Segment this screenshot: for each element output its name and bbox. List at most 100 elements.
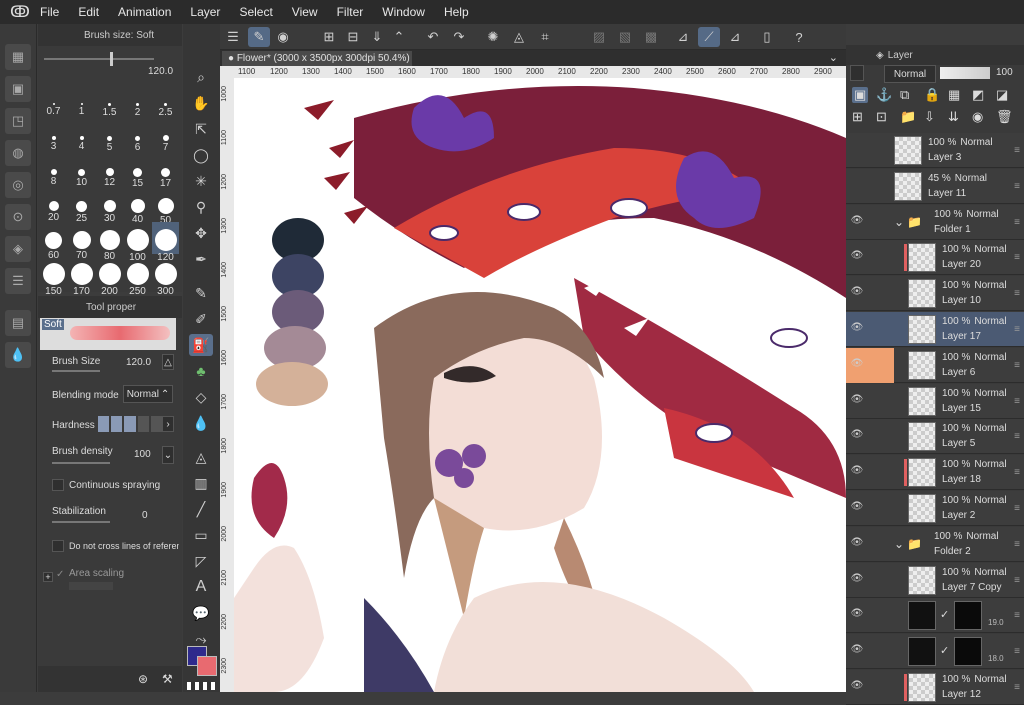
snap-special-ruler-icon[interactable]: ⟋	[698, 27, 720, 47]
brush-tool-icon[interactable]: ✐	[189, 308, 213, 330]
size-preset-150[interactable]: 150	[40, 256, 67, 297]
layer-menu-icon[interactable]: ≡	[1014, 575, 1020, 586]
decoration-tool-icon[interactable]: ♣	[189, 360, 213, 382]
layer-row[interactable]: 👁 ✓ 18.0 ≡	[846, 634, 1024, 670]
folder-icon[interactable]: ⌄ 📁	[894, 215, 922, 229]
layer-menu-icon[interactable]: ≡	[1014, 181, 1020, 192]
visibility-eye-icon[interactable]: 👁	[850, 501, 864, 515]
layer-row[interactable]: 👁 100 % Normal Layer 7 Copy ≡	[846, 562, 1024, 598]
layer-mask-icon[interactable]: ◉	[972, 109, 983, 125]
menu-view[interactable]: View	[292, 5, 318, 19]
layer-row[interactable]: 45 % Normal Layer 11 ≡	[846, 168, 1024, 204]
tool-property-icon[interactable]: 💧	[5, 342, 31, 368]
layer-row[interactable]: 👁 100 % Normal Layer 12 ≡	[846, 670, 1024, 705]
pen-tool-icon[interactable]: ✒	[189, 248, 213, 270]
layer-row[interactable]: 👁 100 % Normal Layer 2 ≡	[846, 491, 1024, 526]
size-preset-2[interactable]: 2	[124, 86, 151, 118]
visibility-eye-icon[interactable]: 👁	[850, 286, 864, 300]
mask-icon[interactable]: ◩	[972, 87, 984, 103]
layer-row[interactable]: 👁 100 % Normal Layer 6 ≡	[846, 347, 1024, 383]
visibility-eye-icon[interactable]: 👁	[850, 358, 864, 372]
frame-tool-icon[interactable]: ▭	[189, 524, 213, 546]
hand-tool-icon[interactable]: ✋	[189, 92, 213, 114]
size-preset-10[interactable]: 10	[68, 154, 95, 188]
visibility-eye-icon[interactable]: 👁	[850, 608, 864, 622]
menu-help[interactable]: Help	[444, 5, 469, 19]
size-preset-170[interactable]: 170	[68, 256, 95, 297]
size-preset-2.5[interactable]: 2.5	[152, 86, 179, 118]
layer-search-icon[interactable]: ☰	[5, 268, 31, 294]
magic-wand-icon[interactable]: ✳	[189, 170, 213, 192]
size-preset-8[interactable]: 8	[40, 154, 67, 187]
layer-menu-icon[interactable]: ≡	[1014, 288, 1020, 299]
layer-menu-icon[interactable]: ≡	[1014, 467, 1020, 478]
ruler-link-icon[interactable]: ◪	[996, 87, 1008, 103]
size-preset-80[interactable]: 80	[96, 222, 123, 262]
brush-preview[interactable]: Soft	[40, 318, 176, 350]
visibility-eye-icon[interactable]: 👁	[850, 537, 864, 551]
size-preset-40[interactable]: 40	[124, 188, 151, 225]
history-icon[interactable]: ⊙	[5, 204, 31, 230]
size-preset-15[interactable]: 15	[124, 154, 151, 189]
invert-selection-icon[interactable]: ▩	[640, 27, 662, 47]
size-preset-60[interactable]: 60	[40, 222, 67, 261]
area-scaling-expand[interactable]: +	[43, 572, 53, 582]
visibility-eye-icon[interactable]	[850, 179, 864, 193]
gradient-tool-icon[interactable]: ▥	[189, 472, 213, 494]
size-preset-120[interactable]: 120	[152, 222, 179, 263]
eraser-tool-icon[interactable]: ◇	[189, 386, 213, 408]
layer-menu-icon[interactable]: ≡	[1014, 503, 1020, 514]
fill-layer-icon[interactable]: ◬	[508, 27, 530, 47]
stabilization-slider[interactable]	[52, 521, 110, 523]
loading-icon[interactable]: ✺	[482, 27, 504, 47]
crop-icon[interactable]: ⌗	[534, 27, 556, 47]
brush-density-slider[interactable]	[52, 462, 110, 464]
snap-grid-icon[interactable]: ⊿	[724, 27, 746, 47]
menu-filter[interactable]: Filter	[337, 5, 364, 19]
layer-menu-icon[interactable]: ≡	[1014, 431, 1020, 442]
sub-color-swatch[interactable]	[197, 656, 217, 676]
color-set-icon[interactable]: ◎	[5, 172, 31, 198]
visibility-eye-icon[interactable]: 👁	[850, 394, 864, 408]
layer-row[interactable]: 👁 100 % Normal Layer 15 ≡	[846, 383, 1024, 419]
pencil-tool-icon[interactable]: ✎	[189, 282, 213, 304]
layer-menu-icon[interactable]: ≡	[1014, 682, 1020, 693]
layer-row[interactable]: 👁 ⌄ 📁 100 % Normal Folder 2 ≡	[846, 526, 1024, 562]
size-preset-1[interactable]: 1	[68, 86, 95, 118]
brush-size-value[interactable]: 120.0	[126, 357, 151, 368]
mask-enabled-check-icon[interactable]: ✓	[940, 608, 949, 621]
layer-menu-icon[interactable]: ≡	[1014, 396, 1020, 407]
size-preset-1.5[interactable]: 1.5	[96, 86, 123, 118]
size-preset-4[interactable]: 4	[68, 120, 95, 152]
size-slider[interactable]	[44, 52, 154, 66]
save-icon[interactable]: ⇓	[366, 27, 388, 47]
sub-tool-icon[interactable]: ▤	[5, 310, 31, 336]
layer-row[interactable]: 👁 100 % Normal Layer 20 ≡	[846, 240, 1024, 276]
layer-menu-icon[interactable]: ≡	[1014, 360, 1020, 371]
menu-window[interactable]: Window	[382, 5, 425, 19]
size-preset-100[interactable]: 100	[124, 222, 151, 263]
size-preset-20[interactable]: 20	[40, 188, 67, 223]
visibility-eye-icon[interactable]: 👁	[850, 215, 864, 229]
visibility-eye-icon[interactable]: 👁	[850, 322, 864, 336]
size-preset-7[interactable]: 7	[152, 120, 179, 153]
material-icon[interactable]: ◈	[5, 236, 31, 262]
save-arrow-icon[interactable]: ⌃	[388, 27, 410, 47]
transfer-icon[interactable]: ⇩	[924, 109, 935, 125]
layer-property-icon[interactable]: ◳	[5, 108, 31, 134]
layer-menu-icon[interactable]: ≡	[1014, 539, 1020, 550]
ruler-tool-icon[interactable]: ◸	[189, 550, 213, 572]
new-folder-icon[interactable]: 📁	[900, 109, 916, 125]
brush-density-value[interactable]: 100	[134, 449, 151, 460]
layer-row[interactable]: 👁 ✓ 19.0 ≡	[846, 598, 1024, 634]
layer-row[interactable]: 👁 ⌄ 📁 100 % Normal Folder 1 ≡	[846, 204, 1024, 240]
size-preset-25[interactable]: 25	[68, 188, 95, 224]
size-preset-200[interactable]: 200	[96, 256, 123, 297]
layer-menu-icon[interactable]: ≡	[1014, 145, 1020, 156]
gallery-icon[interactable]: ◉	[272, 27, 294, 47]
visibility-eye-icon[interactable]: 👁	[850, 429, 864, 443]
lock-icon[interactable]: 🔒	[924, 87, 940, 103]
visibility-eye-icon[interactable]: 👁	[850, 573, 864, 587]
hamburger-menu-icon[interactable]: ☰	[222, 27, 244, 47]
layer-row[interactable]: 👁 100 % Normal Layer 18 ≡	[846, 455, 1024, 491]
